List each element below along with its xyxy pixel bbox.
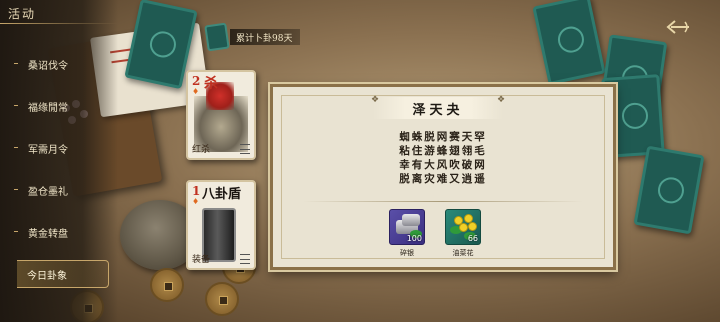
verse-line: 粘住游蜂翅翎毛 (399, 145, 487, 157)
sidebar-item-label: 军需月令 (28, 144, 68, 156)
reward-name: 油菜花 (452, 249, 474, 257)
sidebar-item-label: 桑诏伐令 (28, 60, 68, 72)
back-button[interactable] (662, 16, 692, 38)
silver-ingot-icon: 100 (389, 209, 425, 245)
reward-item[interactable]: 100 碎银 (389, 209, 425, 258)
verse-line: 幸有大风吹破网 (399, 159, 487, 171)
sidebar-item-5[interactable]: 今日卦象 (17, 260, 109, 288)
card-cost: 1 (192, 184, 201, 198)
heart-suit-icon: ♦ (192, 87, 200, 96)
activity-sidebar: 活动 桑诏伐令 福缘閒常 军需月令 盈仓墨礼 黄金转盘 今日卦象 (0, 0, 118, 322)
sidebar-item-label: 黄金转盘 (28, 228, 68, 240)
panel-divider (303, 201, 583, 202)
card-type-icon (240, 254, 250, 264)
verse-line: 蜘蛛脱网赛天罕 (399, 131, 487, 143)
coin-icon (150, 268, 184, 302)
green-card-icon (204, 22, 230, 52)
card-name: 八卦盾 (202, 187, 242, 202)
reward-quantity: 66 (467, 234, 478, 243)
card-name: 杀 (204, 76, 218, 92)
flower-shape (468, 222, 477, 231)
card-cost: 2 (192, 74, 201, 88)
decorative-green-card (532, 0, 606, 86)
panel-title: 泽天夬 (412, 102, 464, 118)
coin-icon (205, 282, 239, 316)
reward-name: 碎银 (400, 249, 414, 257)
card-bagua-shield[interactable]: 1 ♦ 八卦盾 装备 (186, 180, 256, 270)
sidebar-item-4[interactable]: 黄金转盘 (0, 218, 106, 246)
card-label: 红杀 (192, 145, 211, 155)
sidebar-item-3[interactable]: 盈仓墨礼 (0, 176, 106, 204)
back-arrow-icon (666, 20, 689, 34)
ingot-shape (402, 214, 420, 226)
sidebar-item-label: 盈仓墨礼 (28, 186, 68, 198)
heart-suit-icon: ♦ (192, 197, 200, 206)
ornament-right-icon: ❖ (497, 95, 506, 105)
panel-title-bar: 泽天夬 (373, 97, 503, 119)
counter-text: 累计卜卦98天 (230, 29, 301, 45)
decorative-green-card (633, 145, 705, 235)
reward-quantity: 100 (406, 234, 422, 243)
sidebar-divider (0, 23, 118, 24)
card-kill[interactable]: 2 ♦ 杀 红杀 (186, 70, 256, 160)
ornament-left-icon: ❖ (371, 95, 380, 105)
verse-line: 脱离灾难又逍遥 (399, 173, 487, 185)
flower-shape (459, 223, 468, 232)
reward-item[interactable]: 66 油菜花 (445, 209, 481, 258)
sidebar-item-1[interactable]: 福缘閒常 (0, 92, 106, 120)
sidebar-item-label: 福缘閒常 (28, 102, 68, 114)
sidebar-item-2[interactable]: 军需月令 (0, 134, 106, 162)
divination-counter: 累计卜卦98天 (204, 22, 301, 52)
sidebar-title: 活动 (8, 7, 37, 21)
card-type-icon (240, 144, 250, 154)
hexagram-panel: 泽天夬 ❖ ❖ 蜘蛛脱网赛天罕 粘住游蜂翅翎毛 幸有大风吹破网 脱离灾难又逍遥 … (270, 84, 616, 270)
rapeseed-flower-icon: 66 (445, 209, 481, 245)
sidebar-item-label: 今日卦象 (27, 270, 67, 282)
card-label: 装备 (192, 255, 211, 265)
sidebar-item-0[interactable]: 桑诏伐令 (0, 50, 106, 78)
